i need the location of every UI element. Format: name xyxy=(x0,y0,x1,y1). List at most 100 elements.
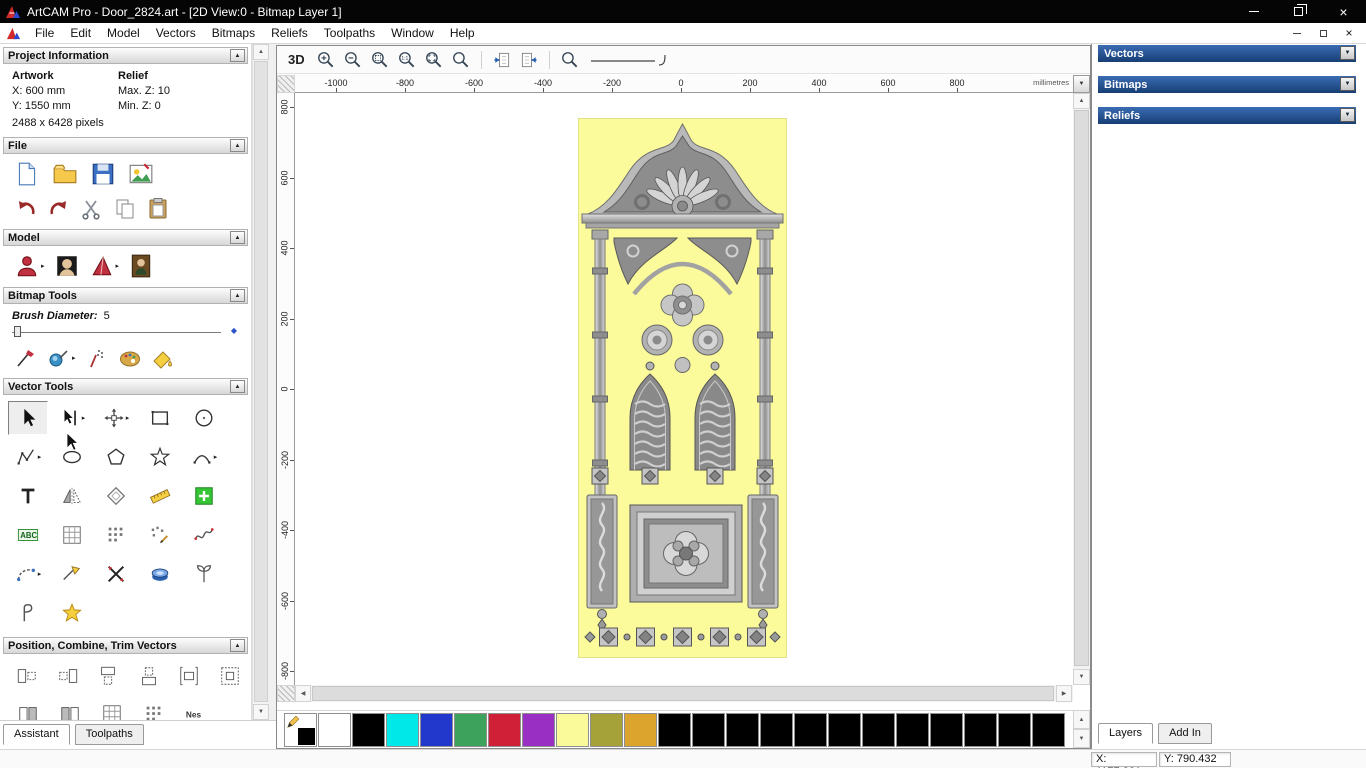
create-polygon-icon-cell[interactable] xyxy=(96,440,136,474)
collapse-button[interactable]: ▲ xyxy=(230,639,245,652)
block-copy-icon-cell[interactable] xyxy=(52,518,92,552)
save-model-icon[interactable] xyxy=(90,161,116,187)
vector-texture-icon[interactable] xyxy=(193,563,215,585)
zoom-fit-icon[interactable] xyxy=(424,50,444,70)
greyscale-from-image-icon[interactable] xyxy=(128,253,154,279)
flood-fill-icon[interactable] xyxy=(151,346,175,370)
palette-swatch-black[interactable] xyxy=(862,712,895,747)
menu-model[interactable]: Model xyxy=(99,24,148,42)
wrap-star-icon-cell[interactable] xyxy=(52,596,92,630)
flyout-arrow-icon[interactable]: ▸ xyxy=(38,453,42,461)
panel-header-bitmaps[interactable]: Bitmaps ▼ xyxy=(1098,76,1356,93)
flyout-arrow-icon[interactable]: ▸ xyxy=(82,414,86,422)
extend-vector-icon[interactable] xyxy=(61,563,83,585)
paste-along-curve-icon-cell[interactable] xyxy=(140,518,180,552)
align-left-icon[interactable] xyxy=(16,665,38,687)
zoom-out-icon[interactable] xyxy=(343,50,363,70)
node-editing-icon[interactable]: ▸ xyxy=(59,407,86,429)
palette-swatch-black[interactable] xyxy=(998,712,1031,747)
dropdown-button[interactable]: ▼ xyxy=(1340,77,1355,91)
view-3d-button[interactable]: 3D xyxy=(284,51,309,68)
set-model-size-icon[interactable]: ▸ xyxy=(14,253,45,279)
envelope-distort-icon[interactable] xyxy=(193,524,215,546)
palette-swatch-black[interactable] xyxy=(828,712,861,747)
scroll-up-button[interactable]: ▲ xyxy=(1073,93,1090,109)
palette-swatch-black[interactable] xyxy=(794,712,827,747)
create-circle-icon[interactable] xyxy=(193,407,215,429)
palette-swatch-cyan[interactable] xyxy=(386,712,419,747)
canvas-vertical-scrollbar[interactable]: ▲ ▼ xyxy=(1073,93,1090,685)
palette-down-button[interactable]: ▼ xyxy=(1073,729,1090,748)
assistant-scrollbar[interactable]: ▲ ▼ xyxy=(252,44,269,720)
create-star-icon-cell[interactable] xyxy=(140,440,180,474)
scrollbar-thumb[interactable] xyxy=(1074,110,1089,666)
flyout-arrow-icon[interactable]: ▸ xyxy=(214,453,218,461)
palette-swatch-black[interactable] xyxy=(760,712,793,747)
canvas-horizontal-scrollbar[interactable]: ◀ ▶ xyxy=(295,685,1073,702)
measure-icon-cell[interactable] xyxy=(140,479,180,513)
scroll-right-button[interactable]: ▶ xyxy=(1056,685,1072,702)
create-text-icon[interactable] xyxy=(17,485,39,507)
create-polyline-icon[interactable]: ▸ xyxy=(15,446,42,468)
menu-toolpaths[interactable]: Toolpaths xyxy=(316,24,383,42)
wrap-star-icon[interactable] xyxy=(61,602,83,624)
tab-toolpaths[interactable]: Toolpaths xyxy=(74,724,144,745)
slice-vector-icon[interactable] xyxy=(17,602,39,624)
mirror-left-icon[interactable] xyxy=(17,703,39,720)
block-copy-icon[interactable] xyxy=(61,524,83,546)
center-in-page-icon[interactable] xyxy=(219,665,241,687)
palette-swatch-blue[interactable] xyxy=(420,712,453,747)
measure-icon[interactable] xyxy=(149,485,171,507)
brush-diameter-slider[interactable]: ◆ xyxy=(12,324,237,339)
scroll-left-button[interactable]: ◀ xyxy=(295,685,311,702)
cut-icon[interactable] xyxy=(80,197,104,221)
zoom-in-icon[interactable] xyxy=(316,50,336,70)
panel-header-reliefs[interactable]: Reliefs ▼ xyxy=(1098,107,1356,124)
create-arc-icon-cell[interactable]: ▸ xyxy=(184,440,224,474)
scroll-corner[interactable] xyxy=(277,685,295,702)
paste-along-curve-icon[interactable] xyxy=(149,524,171,546)
minimize-button[interactable] xyxy=(1231,0,1276,23)
panel-header-vectors[interactable]: Vectors ▼ xyxy=(1098,45,1356,62)
align-centre-icon[interactable] xyxy=(178,665,200,687)
next-view-icon[interactable] xyxy=(519,50,539,70)
fit-arcs-icon-cell[interactable]: ▸ xyxy=(8,557,48,591)
align-centre-icon-cell[interactable] xyxy=(172,661,207,691)
mirror-left-icon-cell[interactable] xyxy=(10,699,46,720)
create-ellipse-icon[interactable] xyxy=(61,446,83,468)
envelope-distort-icon-cell[interactable] xyxy=(184,518,224,552)
menu-help[interactable]: Help xyxy=(442,24,483,42)
menu-reliefs[interactable]: Reliefs xyxy=(263,24,316,42)
paste-array-icon-cell[interactable] xyxy=(136,699,172,720)
align-left-icon-cell[interactable] xyxy=(10,661,45,691)
mirror-right-icon-cell[interactable] xyxy=(52,699,88,720)
create-boundary-icon-cell[interactable] xyxy=(140,557,180,591)
create-arc-icon[interactable]: ▸ xyxy=(191,446,218,468)
flyout-arrow-icon[interactable]: ▸ xyxy=(41,262,45,270)
menu-bitmaps[interactable]: Bitmaps xyxy=(204,24,263,42)
collapse-button[interactable]: ▲ xyxy=(230,139,245,152)
palette-swatch-olive[interactable] xyxy=(590,712,623,747)
tab-add-in[interactable]: Add In xyxy=(1158,723,1212,744)
palette-swatch-black[interactable] xyxy=(352,712,385,747)
center-in-page-icon-cell[interactable] xyxy=(213,661,248,691)
zoom-window-icon[interactable] xyxy=(370,50,390,70)
palette-swatch-black[interactable] xyxy=(964,712,997,747)
align-top-icon[interactable] xyxy=(97,665,119,687)
open-model-icon[interactable] xyxy=(52,161,78,187)
transform-vectors-icon[interactable]: ▸ xyxy=(103,407,129,429)
select-vectors-icon-cell[interactable] xyxy=(8,401,48,435)
mdi-close-button[interactable]: × xyxy=(1336,25,1362,42)
tab-layers[interactable]: Layers xyxy=(1098,723,1154,744)
adjust-model-icon[interactable] xyxy=(54,253,80,279)
align-top-icon-cell[interactable] xyxy=(91,661,126,691)
zoom-objects-icon[interactable] xyxy=(451,50,471,70)
collapse-button[interactable]: ▲ xyxy=(230,231,245,244)
palette-swatch-black[interactable] xyxy=(930,712,963,747)
collapse-button[interactable]: ▲ xyxy=(230,49,245,62)
trim-vectors-icon-cell[interactable] xyxy=(96,557,136,591)
redo-icon[interactable] xyxy=(47,197,71,221)
zoom-1to1-icon[interactable]: 1:1 xyxy=(397,50,417,70)
palette-swatch-amber[interactable] xyxy=(624,712,657,747)
flyout-arrow-icon[interactable]: ▸ xyxy=(116,262,120,270)
